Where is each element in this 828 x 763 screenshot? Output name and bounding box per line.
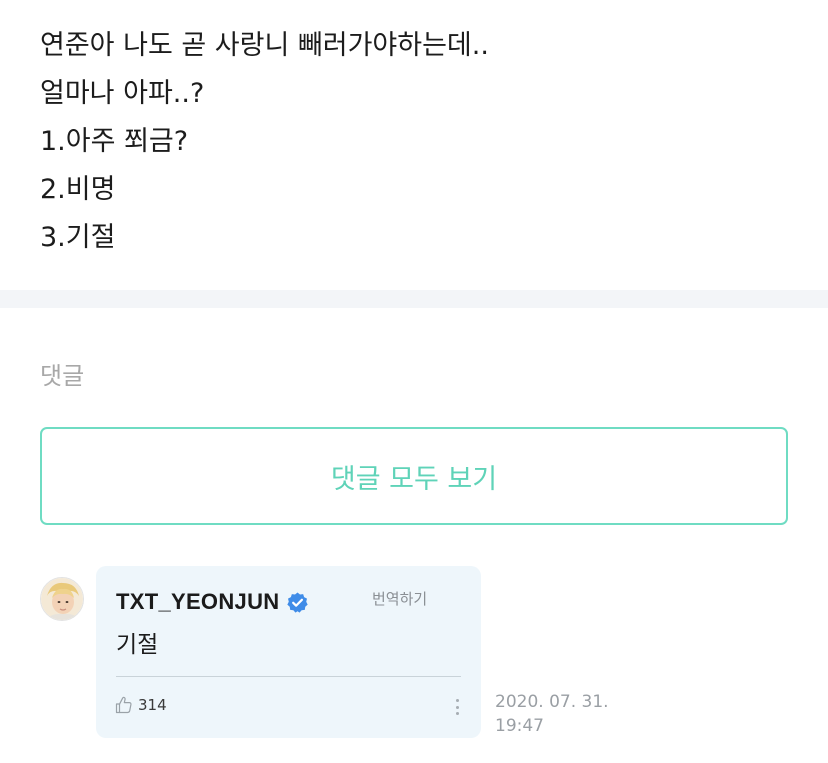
comment-author-row: TXT_YEONJUN bbox=[116, 587, 309, 617]
post-line-2: 얼마나 아파..? bbox=[40, 78, 205, 109]
post-line-1: 연준아 나도 곧 사랑니 빼러가야하는데.. bbox=[40, 30, 489, 61]
comment-timestamp: 2020. 07. 31. 19:47 bbox=[495, 690, 645, 738]
post-body: 연준아 나도 곧 사랑니 빼러가야하는데.. 얼마나 아파..? 1.아주 쬐금… bbox=[40, 22, 800, 262]
comment-text: 기절 bbox=[116, 632, 159, 658]
post-line-4: 2.비명 bbox=[40, 174, 116, 205]
post-line-3: 1.아주 쬐금? bbox=[40, 126, 189, 157]
view-all-comments-button[interactable]: 댓글 모두 보기 bbox=[40, 427, 788, 525]
comment-divider bbox=[116, 676, 461, 677]
comment-card: TXT_YEONJUN 번역하기 기절 314 bbox=[96, 566, 481, 738]
more-options-button[interactable] bbox=[453, 697, 463, 717]
translate-link[interactable]: 번역하기 bbox=[372, 588, 427, 609]
thumbs-up-icon bbox=[114, 695, 134, 715]
verified-badge-icon bbox=[286, 591, 309, 614]
avatar-image bbox=[41, 578, 83, 620]
avatar[interactable] bbox=[40, 577, 84, 621]
post-line-5: 3.기절 bbox=[40, 222, 116, 253]
comments-heading: 댓글 bbox=[40, 362, 85, 390]
comment-time: 19:47 bbox=[495, 716, 544, 736]
section-divider bbox=[0, 290, 828, 308]
comment-author[interactable]: TXT_YEONJUN bbox=[116, 589, 279, 615]
like-count: 314 bbox=[138, 696, 167, 714]
comment-date: 2020. 07. 31. bbox=[495, 692, 609, 712]
like-button[interactable]: 314 bbox=[114, 695, 167, 715]
